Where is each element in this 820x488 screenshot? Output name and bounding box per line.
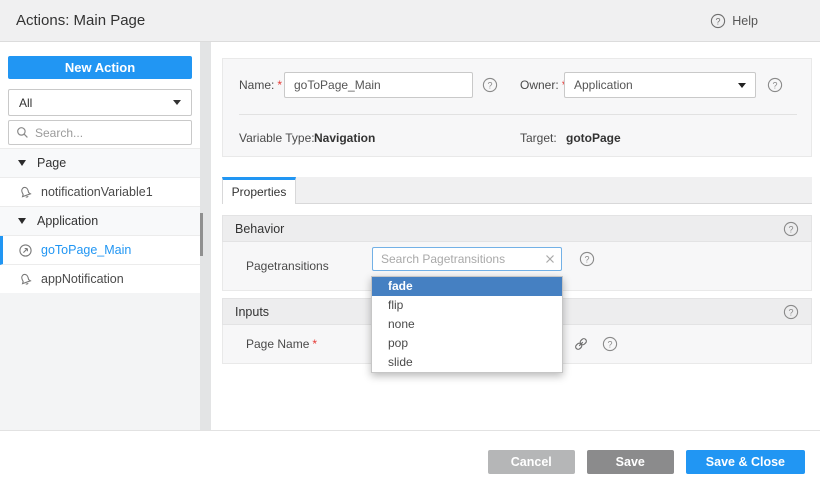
required-asterisk: * <box>277 78 282 92</box>
dropdown-option-pop[interactable]: pop <box>372 334 562 353</box>
action-summary-panel: Name:* ? Owner:* Application ? <box>222 58 812 157</box>
actions-editor-window: Actions: Main Page ? Help New Action All <box>0 0 820 488</box>
bell-icon <box>18 185 33 200</box>
search-icon <box>16 126 29 139</box>
sidebar-empty-area <box>0 293 200 430</box>
svg-text:?: ? <box>716 16 721 26</box>
help-icon: ? <box>710 13 726 29</box>
owner-help-icon[interactable]: ? <box>767 77 783 93</box>
filter-dropdown-value: All <box>19 96 32 110</box>
required-asterisk: * <box>312 337 317 351</box>
tree-item-appnotification[interactable]: appNotification <box>0 265 200 294</box>
link-icon[interactable] <box>573 336 589 352</box>
pagetransitions-combobox[interactable] <box>372 247 562 271</box>
pagetransitions-search-input[interactable] <box>379 252 541 266</box>
dropdown-option-none[interactable]: none <box>372 315 562 334</box>
page-title: Actions: Main Page <box>16 12 145 29</box>
filter-dropdown[interactable]: All <box>8 89 192 116</box>
pagetransitions-dropdown: fade flip none pop slide <box>371 276 563 373</box>
svg-text:?: ? <box>788 307 793 317</box>
tree-item-label: notificationVariable1 <box>41 185 153 199</box>
dropdown-option-slide[interactable]: slide <box>372 353 562 372</box>
name-label: Name:* <box>239 72 282 98</box>
tree-item-notificationvariable1[interactable]: notificationVariable1 <box>0 178 200 207</box>
search-input[interactable] <box>35 126 184 140</box>
svg-text:?: ? <box>487 80 492 90</box>
pagetransitions-help-icon[interactable]: ? <box>579 251 595 267</box>
save-and-close-button[interactable]: Save & Close <box>686 450 805 474</box>
panel-divider <box>239 114 797 115</box>
tab-bar: Properties <box>222 177 812 204</box>
help-label: Help <box>732 14 758 28</box>
chevron-down-icon <box>738 83 746 88</box>
behavior-help-icon[interactable]: ? <box>783 221 799 237</box>
bell-icon <box>18 272 33 287</box>
sidebar-scrollbar[interactable] <box>200 213 203 256</box>
svg-text:?: ? <box>584 254 589 264</box>
inputs-help-icon[interactable]: ? <box>783 304 799 320</box>
actions-sidebar: New Action All Page <box>0 42 200 430</box>
navigation-icon <box>18 243 33 258</box>
name-field[interactable] <box>284 72 473 98</box>
variable-type-value: Navigation <box>314 125 375 151</box>
behavior-section-title: Behavior <box>235 222 284 236</box>
actions-tree: Page notificationVariable1 Application <box>0 148 200 294</box>
new-action-button[interactable]: New Action <box>8 56 192 79</box>
cancel-button[interactable]: Cancel <box>488 450 575 474</box>
svg-text:?: ? <box>772 80 777 90</box>
tree-group-label: Application <box>37 214 98 228</box>
owner-label: Owner:* <box>520 72 566 98</box>
window-header: Actions: Main Page ? Help <box>0 0 820 42</box>
help-button[interactable]: ? Help <box>710 13 758 29</box>
svg-text:?: ? <box>788 224 793 234</box>
svg-text:?: ? <box>607 339 612 349</box>
tree-item-label: goToPage_Main <box>41 243 131 257</box>
name-help-icon[interactable]: ? <box>482 77 498 93</box>
page-name-label: Page Name* <box>246 325 317 363</box>
pagetransitions-label: Pagetransitions <box>246 242 329 290</box>
action-detail-panel: Name:* ? Owner:* Application ? <box>211 42 820 430</box>
chevron-down-icon <box>173 100 181 105</box>
tree-item-label: appNotification <box>41 272 124 286</box>
target-label: Target: <box>520 125 557 151</box>
dropdown-option-fade[interactable]: fade <box>372 277 562 296</box>
tree-group-application[interactable]: Application <box>0 207 200 236</box>
owner-dropdown-value: Application <box>574 78 633 92</box>
owner-dropdown[interactable]: Application <box>564 72 756 98</box>
panel-splitter <box>200 42 211 430</box>
collapse-triangle-icon <box>18 160 26 166</box>
page-name-help-icon[interactable]: ? <box>602 336 618 352</box>
tree-group-page[interactable]: Page <box>0 149 200 178</box>
behavior-section-header: Behavior ? <box>222 215 812 242</box>
save-button[interactable]: Save <box>587 450 674 474</box>
clear-icon[interactable] <box>545 254 555 264</box>
collapse-triangle-icon <box>18 218 26 224</box>
target-value: gotoPage <box>566 125 621 151</box>
tree-group-label: Page <box>37 156 66 170</box>
dropdown-option-flip[interactable]: flip <box>372 296 562 315</box>
inputs-section-title: Inputs <box>235 305 269 319</box>
action-footer: Cancel Save Save & Close <box>0 430 820 488</box>
tab-label: Properties <box>232 185 287 199</box>
tree-item-gotopage-main[interactable]: goToPage_Main <box>0 236 200 265</box>
variable-type-label: Variable Type: <box>239 125 315 151</box>
sidebar-search[interactable] <box>8 120 192 145</box>
tab-properties[interactable]: Properties <box>222 177 296 204</box>
